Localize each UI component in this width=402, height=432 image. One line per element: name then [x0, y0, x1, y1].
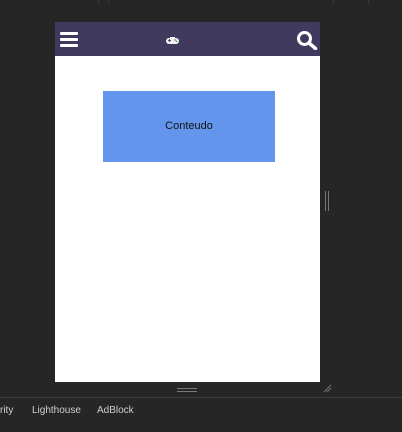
devtools-drawer-tabs: rity Lighthouse AdBlock — [0, 397, 402, 432]
devtools-divider — [333, 0, 334, 4]
game-controller-icon — [166, 37, 179, 44]
app-header — [55, 22, 320, 56]
search-icon[interactable] — [296, 30, 318, 50]
viewport-height-resize-handle[interactable] — [177, 387, 197, 393]
content-label: Conteudo — [165, 119, 213, 132]
devtools-divider — [368, 0, 369, 4]
device-viewport: Conteudo — [55, 22, 320, 382]
content-box: Conteudo — [103, 91, 275, 162]
devtools-divider — [98, 0, 99, 4]
viewport-width-resize-handle[interactable] — [324, 191, 330, 211]
tab-adblock[interactable]: AdBlock — [97, 405, 134, 416]
hamburger-menu-icon[interactable] — [59, 30, 79, 48]
tab-security[interactable]: rity — [0, 405, 13, 416]
viewport-corner-resize-handle[interactable] — [322, 383, 332, 393]
devtools-top-strip — [0, 0, 402, 4]
tab-lighthouse[interactable]: Lighthouse — [32, 405, 81, 416]
devtools-divider — [108, 0, 109, 4]
